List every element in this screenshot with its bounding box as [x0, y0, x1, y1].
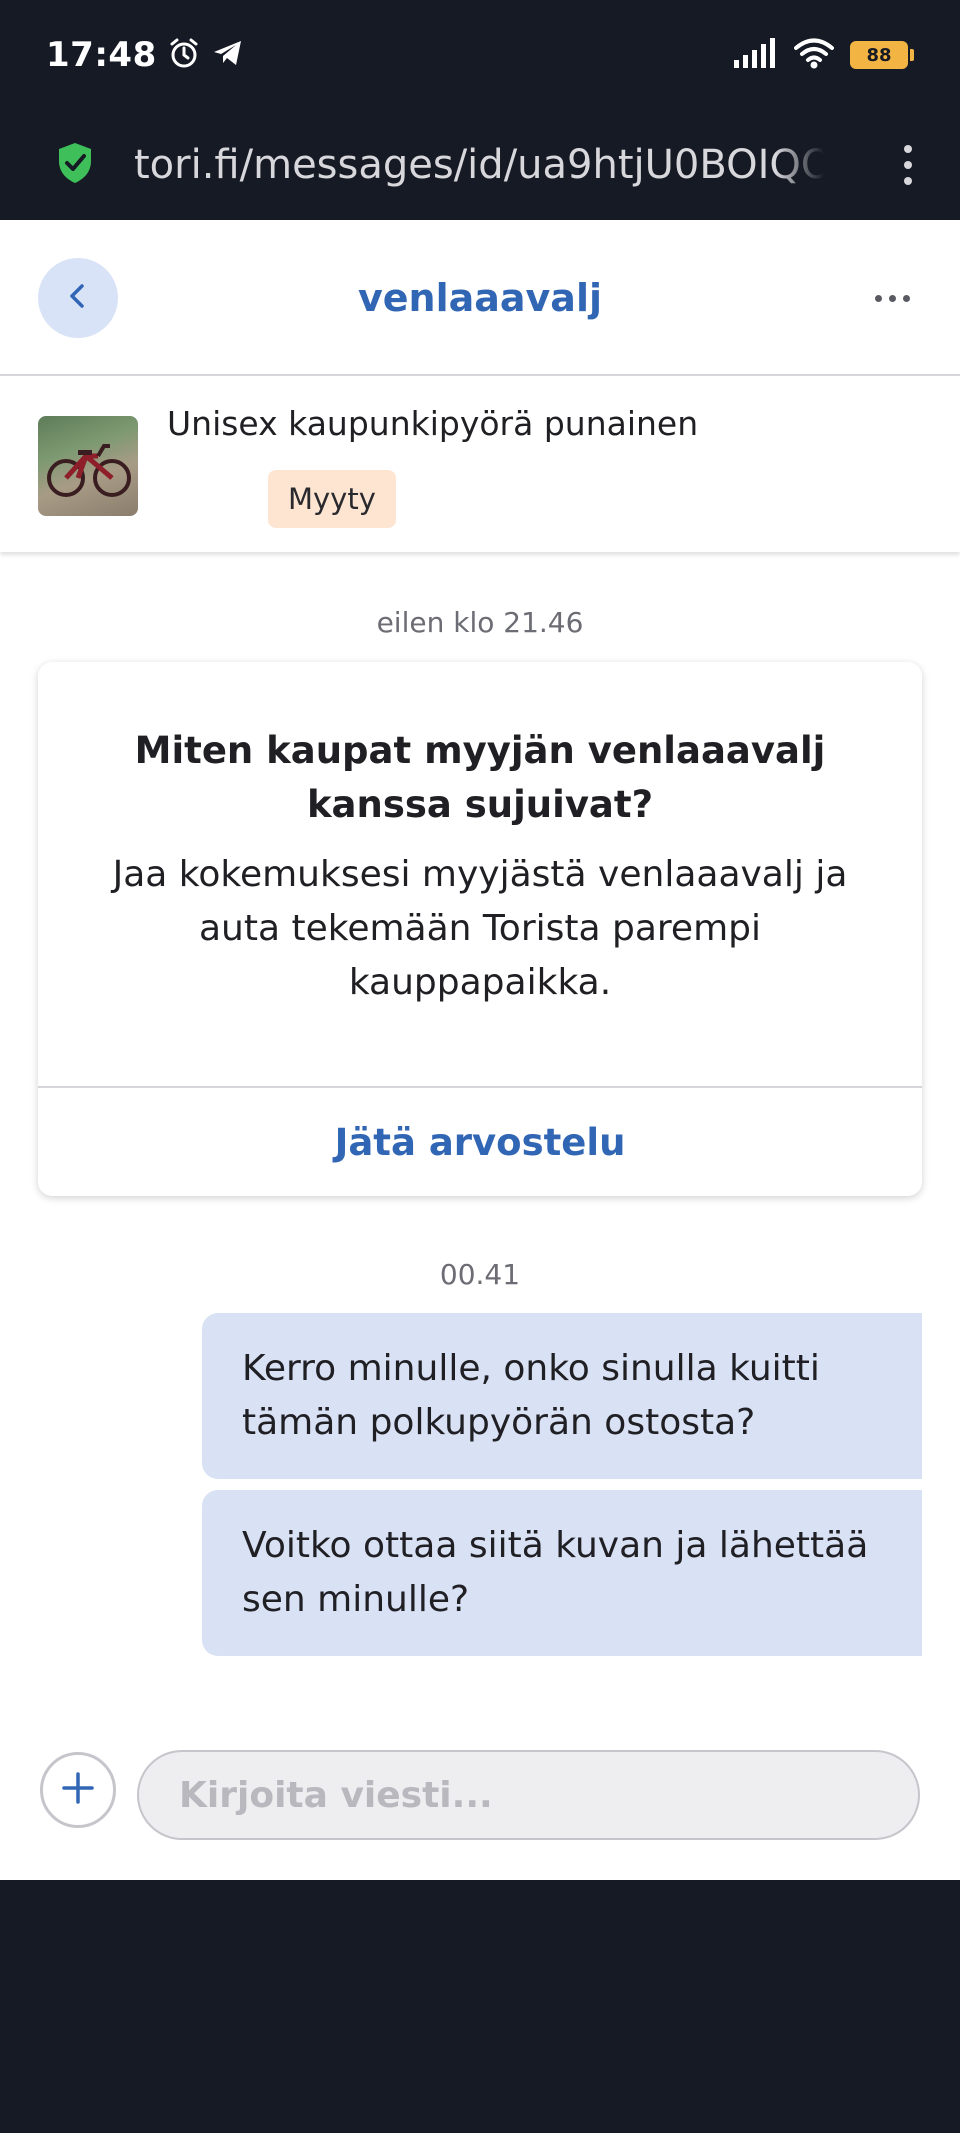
message-timestamp: 00.41 [439, 1258, 521, 1291]
more-options-button[interactable] [862, 278, 922, 318]
clock: 17:48 [46, 35, 157, 75]
back-button[interactable] [38, 258, 118, 338]
add-attachment-button[interactable] [40, 1752, 116, 1828]
wifi-icon [794, 37, 834, 73]
battery-icon: 88 [850, 41, 914, 69]
listing-thumbnail [38, 416, 138, 516]
plus-icon [61, 1771, 95, 1809]
alarm-icon [167, 36, 201, 74]
review-description: Jaa kokemuksesi myyjästä venlaaavalj ja … [112, 854, 848, 1003]
signal-icon [734, 38, 778, 72]
message-bubble[interactable]: Kerro minulle, onko sinulla kuitti tämän… [202, 1313, 922, 1479]
battery-level: 88 [850, 41, 908, 69]
secure-shield-icon [56, 141, 94, 189]
message-timestamp: eilen klo 21.46 [376, 606, 584, 639]
message-bubble[interactable]: Voitko ottaa siitä kuvan ja lähettää sen… [202, 1490, 922, 1656]
message-text: Voitko ottaa siitä kuvan ja lähettää sen… [242, 1525, 869, 1620]
conversation-header: venlaaavalj [0, 220, 960, 376]
listing-title: Unisex kaupunkipyörä punainen [167, 404, 699, 443]
message-input[interactable] [137, 1750, 920, 1840]
listing-summary[interactable]: Unisex kaupunkipyörä punainen Myyty [0, 378, 960, 552]
telegram-icon [211, 36, 245, 74]
system-navigation-area [0, 1880, 960, 2133]
message-composer [0, 1740, 960, 1880]
conversation-title: venlaaavalj [357, 276, 602, 320]
url-text[interactable]: tori.fi/messages/id/ua9htjU0BOIQOv [134, 142, 824, 188]
chevron-left-icon [63, 281, 93, 315]
status-badge: Myyty [268, 470, 396, 528]
leave-review-button[interactable]: Jätä arvostelu [38, 1088, 922, 1196]
browser-menu-icon[interactable] [896, 145, 920, 185]
review-prompt-card: Miten kaupat myyjän venlaaavalj kanssa s… [38, 662, 922, 1196]
browser-url-bar[interactable]: tori.fi/messages/id/ua9htjU0BOIQOv [0, 110, 960, 220]
status-bar: 17:48 88 [0, 0, 960, 110]
review-heading: Miten kaupat myyjän venlaaavalj kanssa s… [134, 729, 826, 826]
message-text: Kerro minulle, onko sinulla kuitti tämän… [242, 1348, 820, 1443]
